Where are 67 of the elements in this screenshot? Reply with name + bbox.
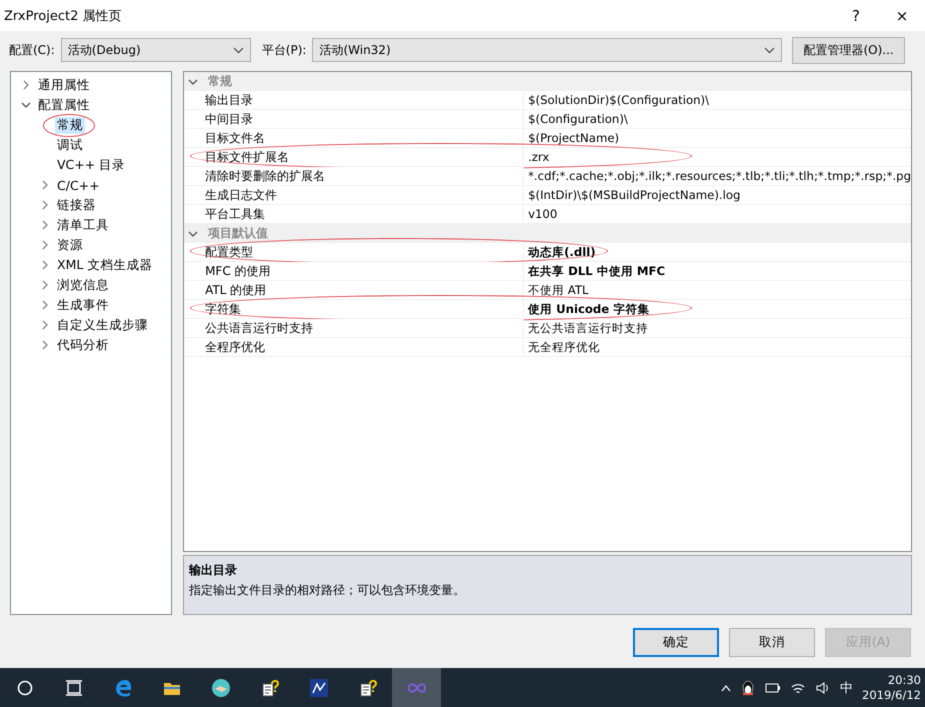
help-document-icon: [260, 678, 280, 698]
chevron-right-icon[interactable]: [40, 280, 50, 290]
tree-item[interactable]: 链接器: [55, 196, 98, 214]
property-value[interactable]: $(Configuration)\: [524, 110, 911, 128]
dropdown-caret-icon[interactable]: [232, 46, 244, 54]
chevron-down-icon[interactable]: [21, 100, 31, 110]
platform-dropdown[interactable]: 活动(Win32): [312, 38, 782, 62]
property-value[interactable]: *.cdf;*.cache;*.obj;*.ilk;*.resources;*.tlb;*.tli;*.tlh;*.tmp;*.rsp;*.pg: [524, 167, 911, 185]
window-title: ZrxProject2 属性页: [4, 8, 122, 24]
property-value[interactable]: v100: [524, 205, 911, 223]
chevron-right-icon[interactable]: [40, 260, 50, 270]
tree-item[interactable]: 调试: [55, 136, 85, 154]
chevron-right-icon[interactable]: [40, 220, 50, 230]
tree-item[interactable]: XML 文档生成器: [55, 256, 154, 274]
tree-item[interactable]: 通用属性: [36, 76, 92, 94]
dialog-button[interactable]: 确定: [633, 628, 719, 657]
tree-item[interactable]: 浏览信息: [55, 276, 111, 294]
tree-item[interactable]: 清单工具: [55, 216, 111, 234]
property-value[interactable]: $(SolutionDir)$(Configuration)\: [524, 91, 911, 109]
property-value[interactable]: $(IntDir)\$(MSBuildProjectName).log: [524, 186, 911, 204]
chevron-down-icon[interactable]: [188, 76, 198, 86]
category-header: 常规: [208, 73, 232, 90]
config-label: 配置(C):: [9, 42, 55, 58]
description-title: 输出目录: [189, 562, 238, 579]
property-value[interactable]: 无全程序优化: [524, 338, 911, 356]
chevron-right-icon[interactable]: [40, 320, 50, 330]
category-header: 项目默认值: [208, 225, 268, 242]
property-value[interactable]: $(ProjectName): [524, 129, 911, 147]
config-dropdown[interactable]: 活动(Debug): [60, 38, 251, 62]
chevron-right-icon[interactable]: [40, 340, 50, 350]
clock-date[interactable]: 2019/6/12: [862, 688, 921, 702]
tree-item[interactable]: 配置属性: [36, 96, 92, 114]
description-text: 指定输出文件目录的相对路径；可以包含环境变量。: [189, 582, 466, 599]
help-document-icon: [358, 678, 378, 698]
chevron-right-icon[interactable]: [21, 80, 31, 90]
search-icon: [14, 678, 34, 698]
property-value[interactable]: 使用 Unicode 字符集: [524, 300, 911, 318]
tree-item[interactable]: 自定义生成步骤: [55, 316, 150, 334]
battery-icon[interactable]: [765, 680, 782, 694]
penguin-icon[interactable]: [740, 680, 756, 696]
caret-up-icon[interactable]: [721, 684, 732, 692]
help-button[interactable]: ?: [833, 6, 879, 24]
tree-item[interactable]: 常规: [55, 116, 85, 134]
property-value[interactable]: 在共享 DLL 中使用 MFC: [524, 262, 911, 280]
chevron-down-icon[interactable]: [188, 228, 198, 238]
tree-item[interactable]: 资源: [55, 236, 85, 254]
tree-item[interactable]: 代码分析: [55, 336, 111, 354]
chevron-right-icon[interactable]: [40, 200, 50, 210]
chevron-right-icon[interactable]: [40, 180, 50, 190]
tree-item[interactable]: C/C++: [55, 178, 102, 192]
dropdown-caret-icon[interactable]: [764, 46, 776, 54]
task-view-icon: [64, 678, 84, 698]
tree-item[interactable]: VC++ 目录: [55, 156, 128, 174]
config-manager-button[interactable]: 配置管理器(O)...: [792, 36, 905, 64]
tree-item[interactable]: 生成事件: [55, 296, 111, 314]
dialog-button[interactable]: 取消: [729, 628, 815, 657]
property-value[interactable]: 动态库(.dll): [524, 243, 911, 261]
chevron-right-icon[interactable]: [40, 300, 50, 310]
clock-time[interactable]: 20:30: [888, 672, 921, 688]
line-chart-icon: [308, 678, 328, 698]
close-button[interactable]: ×: [879, 6, 925, 24]
property-value[interactable]: 不使用 ATL: [524, 281, 911, 299]
property-value[interactable]: 无公共语言运行时支持: [524, 319, 911, 337]
input-method-indicator[interactable]: 中: [840, 678, 854, 696]
platform-label: 平台(P):: [262, 42, 306, 58]
property-value[interactable]: .zrx: [524, 148, 911, 166]
chevron-right-icon[interactable]: [40, 240, 50, 250]
